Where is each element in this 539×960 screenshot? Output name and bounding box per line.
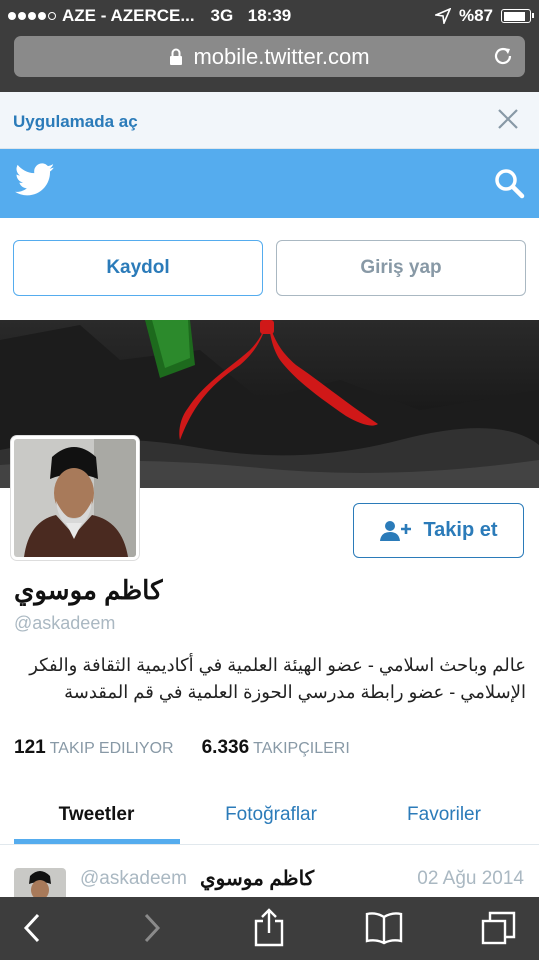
tab-tweets[interactable]: Tweetler <box>14 804 179 826</box>
tweet-date: 02 Ağu 2014 <box>417 868 524 889</box>
profile-avatar[interactable] <box>11 436 139 560</box>
status-bar: AZE - AZERCE... 3G 18:39 %87 <box>0 0 539 32</box>
location-arrow-icon <box>434 8 451 24</box>
tabs-icon[interactable] <box>480 909 518 947</box>
bookmarks-icon[interactable] <box>364 911 404 945</box>
followers-label: TAKIPÇILERI <box>253 740 350 757</box>
tab-photos[interactable]: Fotoğraflar <box>196 804 346 826</box>
profile-stats: 121 TAKIP EDILIYOR 6.336 TAKIPÇILERI <box>14 737 350 759</box>
tweet-avatar[interactable] <box>14 868 66 898</box>
active-tab-indicator <box>14 839 180 844</box>
lock-icon <box>170 48 183 65</box>
profile-name: كاظم موسوي <box>14 575 163 605</box>
status-right: %87 <box>434 6 534 26</box>
followers-count: 6.336 <box>201 737 250 758</box>
follow-label: Takip et <box>423 519 498 541</box>
battery-fill <box>503 11 526 21</box>
following-label: TAKIP EDILIYOR <box>49 740 174 757</box>
close-icon[interactable] <box>497 108 519 130</box>
tweet-item[interactable]: @askadeem كاظم موسوي 02 Ağu 2014 <box>0 846 539 898</box>
battery-percent: %87 <box>458 6 493 25</box>
avatar-photo <box>14 439 136 557</box>
forward-icon[interactable] <box>140 911 164 945</box>
search-icon[interactable] <box>493 167 525 199</box>
profile-bio: عالم وباحث اسلامي - عضو الهيئة العلمية ف… <box>29 655 526 702</box>
twitter-bird-icon[interactable] <box>15 163 55 197</box>
battery-icon <box>501 9 534 23</box>
tweet-handle[interactable]: @askadeem <box>80 868 187 890</box>
follow-button[interactable]: Takip et <box>353 503 524 558</box>
profile-handle: @askadeem <box>14 613 116 633</box>
open-in-app-banner: Uygulamada aç <box>0 92 539 149</box>
open-app-link[interactable]: Uygulamada aç <box>13 112 138 132</box>
add-user-icon <box>380 520 412 541</box>
back-icon[interactable] <box>20 911 44 945</box>
following-stat[interactable]: 121 TAKIP EDILIYOR <box>14 737 174 759</box>
share-icon[interactable] <box>252 907 286 947</box>
browser-chrome: mobile.twitter.com <box>0 32 539 92</box>
followers-stat[interactable]: 6.336 TAKIPÇILERI <box>202 737 350 759</box>
address-bar[interactable]: mobile.twitter.com <box>14 36 525 77</box>
profile-tabs: Tweetler Fotoğraflar Favoriler <box>0 790 539 845</box>
signup-button[interactable]: Kaydol <box>13 240 263 296</box>
following-count: 121 <box>14 737 46 758</box>
login-button[interactable]: Giriş yap <box>276 240 526 296</box>
url-text: mobile.twitter.com <box>193 43 370 69</box>
tweet-author-name[interactable]: كاظم موسوي <box>200 866 314 891</box>
twitter-header <box>0 149 539 218</box>
reload-icon[interactable] <box>491 44 515 68</box>
browser-toolbar <box>0 897 539 960</box>
tab-favorites[interactable]: Favoriler <box>380 804 508 826</box>
